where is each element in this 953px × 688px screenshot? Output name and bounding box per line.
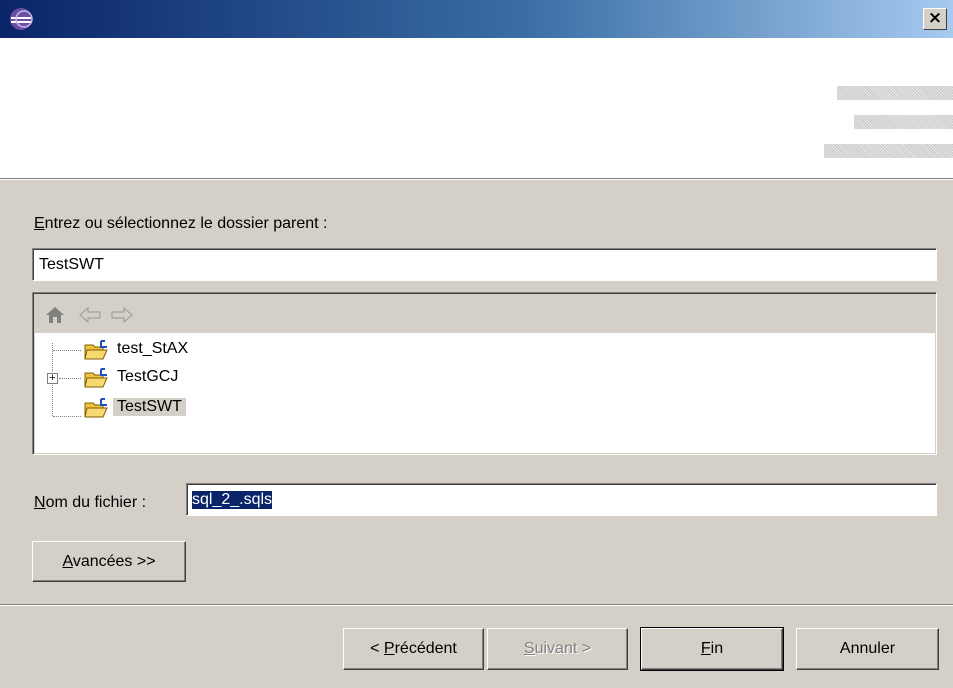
- mnemonic: E: [34, 215, 45, 232]
- cancel-button[interactable]: Annuler: [796, 628, 939, 670]
- button-label: récédent: [394, 640, 457, 657]
- finish-button[interactable]: Fin: [640, 627, 784, 671]
- file-name-label: Nom du fichier :: [34, 494, 146, 512]
- button-label: Annuler: [839, 640, 896, 657]
- forward-arrow-icon[interactable]: [111, 307, 133, 323]
- tree-item-label: TestGCJ: [117, 368, 179, 385]
- tree-item-label: TestSWT: [113, 398, 186, 416]
- button-label: in: [710, 640, 724, 657]
- label-text: om du fichier :: [45, 494, 147, 511]
- banner-decoration: [824, 144, 953, 158]
- tree-item-selected[interactable]: TestSWT: [35, 395, 435, 423]
- mnemonic: F: [700, 640, 711, 657]
- home-icon[interactable]: [45, 305, 65, 325]
- mnemonic: P: [383, 640, 395, 657]
- button-prefix: <: [370, 640, 384, 657]
- close-button[interactable]: ×: [923, 8, 947, 30]
- folder-tree[interactable]: test_StAX + TestGCJ TestSWT: [32, 292, 937, 455]
- tree-body: test_StAX + TestGCJ TestSWT: [35, 333, 935, 453]
- button-label: vancées >>: [72, 553, 156, 570]
- footer-separator: [0, 605, 953, 606]
- file-name-value: sql_2_.sqls: [192, 491, 273, 509]
- parent-folder-label: Entrez ou sélectionnez le dossier parent…: [34, 215, 328, 233]
- wizard-banner: [0, 38, 953, 179]
- button-label: uivant >: [534, 640, 592, 657]
- parent-folder-input[interactable]: TestSWT: [32, 248, 937, 281]
- close-icon: ×: [927, 8, 943, 28]
- expand-icon[interactable]: +: [47, 373, 58, 384]
- tree-item[interactable]: test_StAX: [35, 337, 435, 365]
- title-bar: ×: [0, 0, 953, 38]
- back-arrow-icon[interactable]: [79, 307, 101, 323]
- tree-toolbar: [35, 295, 935, 333]
- banner-decoration: [854, 115, 953, 129]
- parent-folder-value: TestSWT: [39, 256, 104, 273]
- label-text: ntrez ou sélectionnez le dossier parent …: [44, 215, 328, 232]
- file-name-input[interactable]: sql_2_.sqls: [186, 483, 937, 516]
- advanced-button[interactable]: Avancées >>: [32, 541, 186, 582]
- open-folder-icon: [84, 398, 108, 418]
- mnemonic: S: [523, 640, 535, 657]
- next-button[interactable]: Suivant >: [487, 628, 628, 670]
- mnemonic: A: [62, 553, 73, 570]
- tree-item[interactable]: + TestGCJ: [35, 365, 435, 393]
- eclipse-app-icon: [10, 8, 33, 30]
- open-folder-icon: [84, 368, 108, 388]
- banner-separator: [0, 179, 953, 180]
- open-folder-icon: [84, 340, 108, 360]
- previous-button[interactable]: < Précédent: [343, 628, 484, 670]
- mnemonic: N: [34, 494, 46, 511]
- banner-decoration: [837, 86, 953, 100]
- tree-item-label: test_StAX: [117, 340, 189, 357]
